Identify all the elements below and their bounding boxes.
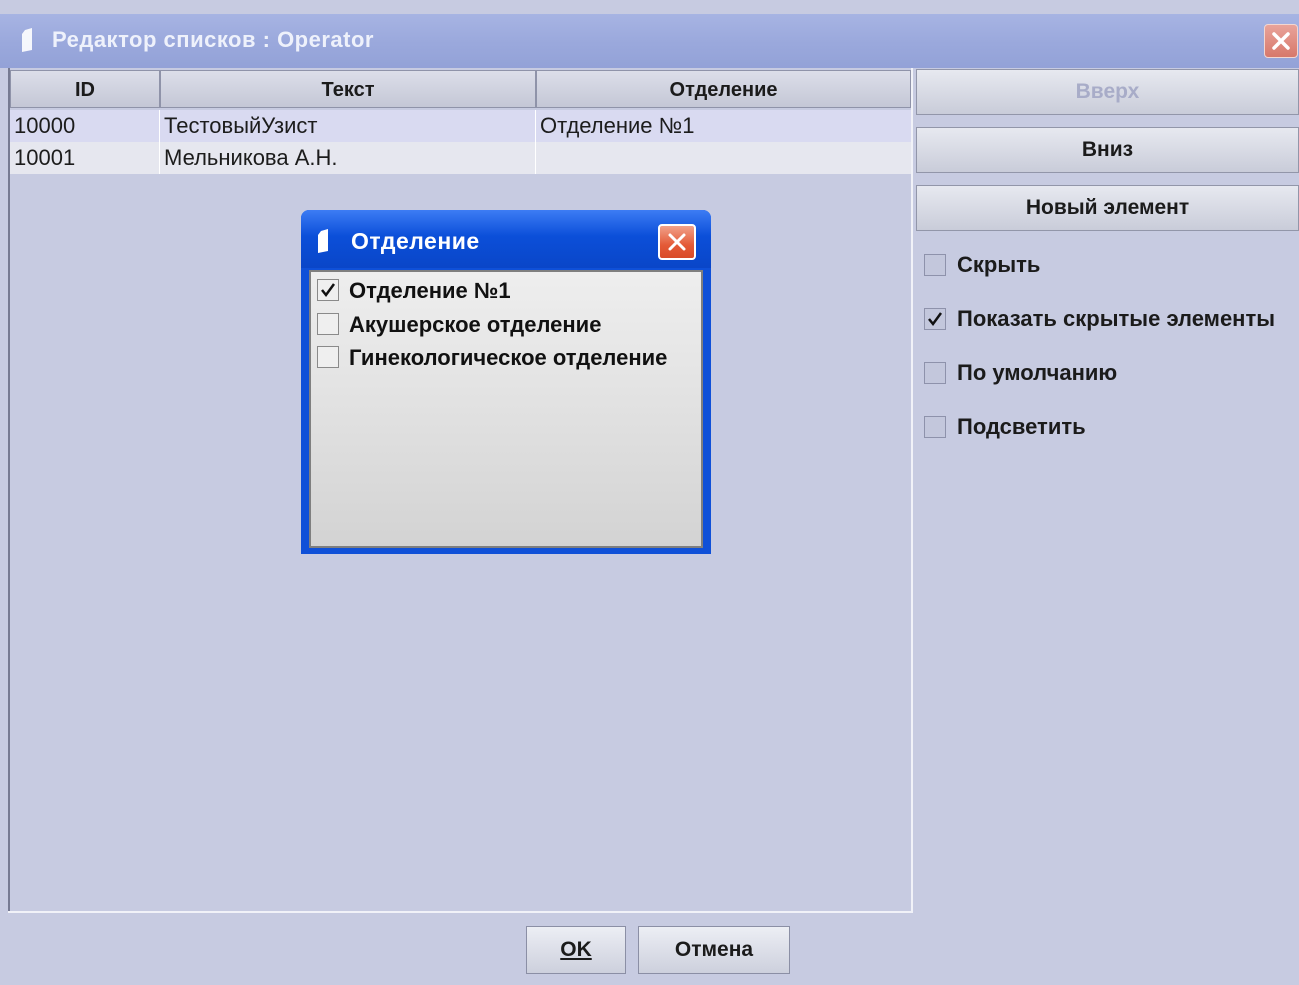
- cell-text: ТестовыйУзист: [160, 110, 536, 142]
- popup-title-bar[interactable]: Отделение: [301, 210, 711, 268]
- department-checkbox[interactable]: [317, 346, 339, 368]
- department-label: Отделение №1: [349, 278, 511, 303]
- ok-button-label: OK: [560, 938, 592, 961]
- ok-button[interactable]: OK: [526, 926, 626, 974]
- column-header-text[interactable]: Текст: [160, 70, 536, 108]
- department-label: Гинекологическое отделение: [349, 345, 668, 370]
- table-row[interactable]: 10001 Мельникова А.Н.: [10, 142, 911, 174]
- popup-close-button[interactable]: [658, 224, 696, 260]
- popup-app-icon: [318, 229, 328, 253]
- cancel-button[interactable]: Отмена: [638, 926, 790, 974]
- app-icon: [22, 28, 32, 52]
- popup-title: Отделение: [351, 228, 480, 254]
- table-row[interactable]: 10000 ТестовыйУзист Отделение №1: [10, 110, 911, 142]
- cell-department: Отделение №1: [540, 113, 695, 138]
- default-checkbox-label: По умолчанию: [957, 360, 1118, 385]
- list-item[interactable]: Акушерское отделение: [315, 310, 699, 340]
- department-checkbox[interactable]: [317, 279, 339, 301]
- show-hidden-checkbox[interactable]: [924, 308, 946, 330]
- close-icon: [1272, 32, 1290, 50]
- close-icon: [668, 233, 686, 251]
- move-down-button[interactable]: Вниз: [916, 127, 1299, 173]
- cell-id: 10001: [10, 142, 160, 174]
- hide-checkbox-label: Скрыть: [957, 252, 1041, 277]
- cell-id: 10000: [10, 110, 160, 142]
- hide-checkbox[interactable]: [924, 254, 946, 276]
- title-bar[interactable]: Редактор списков : Operator: [0, 14, 1299, 68]
- default-checkbox[interactable]: [924, 362, 946, 384]
- checkmark-icon: [928, 312, 943, 327]
- department-list[interactable]: Отделение №1 Акушерское отделение Гинеко…: [309, 270, 703, 548]
- department-popup: Отделение Отделение №1 Акушерское отделе…: [301, 210, 711, 554]
- department-checkbox[interactable]: [317, 313, 339, 335]
- cell-text: Мельникова А.Н.: [160, 142, 536, 174]
- column-header-id[interactable]: ID: [10, 70, 160, 108]
- department-label: Акушерское отделение: [349, 312, 602, 337]
- highlight-checkbox[interactable]: [924, 416, 946, 438]
- window-title: Редактор списков : Operator: [52, 27, 374, 52]
- window-close-button[interactable]: [1264, 24, 1298, 58]
- list-item[interactable]: Отделение №1: [315, 276, 699, 306]
- new-element-button[interactable]: Новый элемент: [916, 185, 1299, 231]
- list-editor-window: Редактор списков : Operator ID Текст Отд…: [0, 0, 1299, 985]
- list-item[interactable]: Гинекологическое отделение: [315, 343, 699, 373]
- show-hidden-checkbox-label: Показать скрытые элементы: [957, 306, 1276, 331]
- move-up-button[interactable]: Вверх: [916, 69, 1299, 115]
- checkmark-icon: [321, 283, 336, 298]
- column-header-department[interactable]: Отделение: [536, 70, 911, 108]
- cell-department: [536, 142, 911, 174]
- highlight-checkbox-label: Подсветить: [957, 414, 1086, 439]
